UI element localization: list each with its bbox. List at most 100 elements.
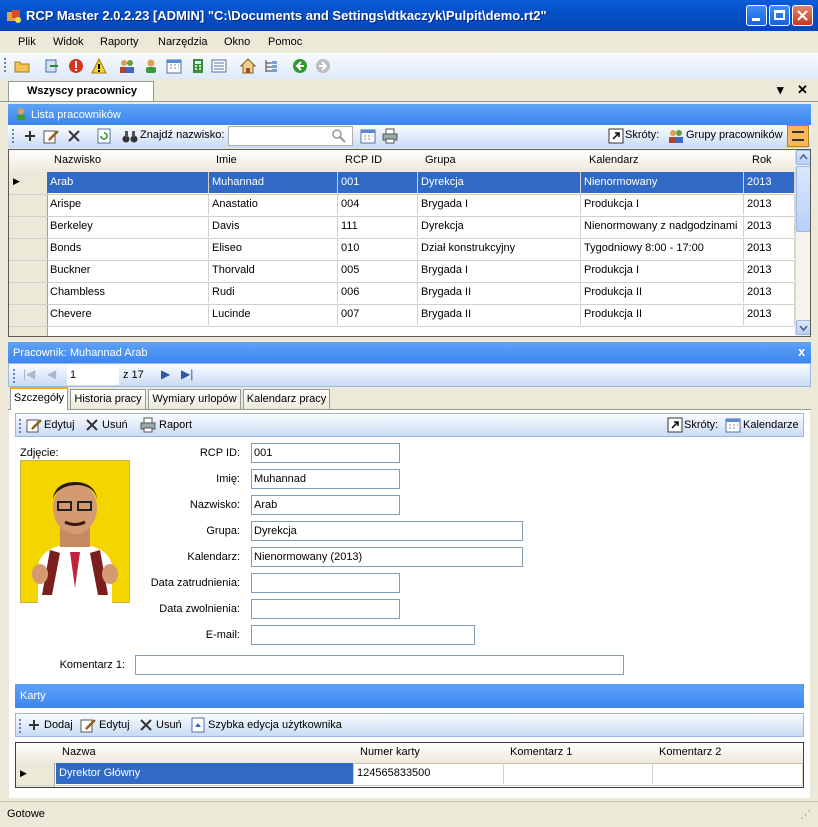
col-rcp-id[interactable]: RCP ID	[345, 154, 382, 166]
table-row[interactable]: ▶ Dyrektor Główny 124565833500	[16, 763, 803, 786]
table-cell[interactable]: Muhannad	[209, 172, 338, 193]
table-cell[interactable]: Davis	[209, 216, 338, 237]
back-icon[interactable]	[292, 58, 308, 74]
record-position-input[interactable]: 1	[67, 365, 119, 385]
scroll-down-button[interactable]	[796, 320, 810, 335]
calendar-icon[interactable]	[166, 58, 182, 74]
table-cell[interactable]: Berkeley	[47, 216, 209, 237]
report-button[interactable]: Raport	[159, 419, 192, 431]
quick-edit-button[interactable]: Szybka edycja użytkownika	[208, 719, 342, 731]
table-cell[interactable]: 2013	[744, 172, 795, 193]
table-cell[interactable]: Anastatio	[209, 194, 338, 215]
col-nazwa[interactable]: Nazwa	[62, 746, 96, 758]
last-name-field[interactable]: Arab	[251, 495, 400, 515]
table-cell[interactable]: 007	[338, 304, 418, 325]
group-field[interactable]: Dyrekcja	[251, 521, 523, 541]
scroll-thumb[interactable]	[796, 166, 810, 232]
table-cell[interactable]: Tygodniowy 8:00 - 17:00	[581, 238, 744, 259]
hire-date-field[interactable]	[251, 573, 400, 593]
calendars-link[interactable]: Kalendarze	[743, 419, 799, 431]
last-record-icon[interactable]: ▶|	[181, 367, 193, 381]
tab-kalendarz-pracy[interactable]: Kalendarz pracy	[243, 389, 330, 409]
table-row[interactable]: Arispe Anastatio 004 Brygada I Produkcja I 20…	[9, 194, 795, 217]
scroll-up-button[interactable]	[796, 150, 810, 165]
table-cell[interactable]: Chevere	[47, 304, 209, 325]
resize-grip-icon[interactable]: ⋰	[800, 808, 811, 821]
table-cell[interactable]: 010	[338, 238, 418, 259]
table-row[interactable]: ▶ Arab Muhannad 001 Dyrekcja Nienormowany 2013	[9, 172, 795, 195]
tab-szczegoly[interactable]: Szczegóły	[10, 387, 68, 410]
edit-icon[interactable]	[80, 717, 96, 733]
pane-close-icon[interactable]: ✕	[797, 82, 808, 98]
table-cell[interactable]: Lucinde	[209, 304, 338, 325]
table-cell[interactable]: Chambless	[47, 282, 209, 303]
first-record-icon[interactable]: |◀	[23, 367, 35, 381]
table-cell[interactable]: 006	[338, 282, 418, 303]
calculator-icon[interactable]	[190, 58, 206, 74]
detail-close-icon[interactable]: x	[798, 344, 805, 359]
col-grupa[interactable]: Grupa	[425, 154, 456, 166]
edit-button[interactable]: Edytuj	[44, 419, 75, 431]
delete-button[interactable]: Usuń	[102, 419, 128, 431]
delete-icon[interactable]	[84, 417, 100, 433]
toolbar-grip[interactable]	[13, 369, 17, 383]
grid-scrollbar[interactable]	[795, 150, 810, 336]
menu-widok[interactable]: Widok	[53, 36, 84, 48]
search-icon[interactable]	[331, 128, 347, 144]
col-rok[interactable]: Rok	[752, 154, 772, 166]
table-cell[interactable]: Nienormowany	[581, 172, 744, 193]
list-icon[interactable]	[211, 58, 227, 74]
print-icon[interactable]	[382, 128, 398, 144]
table-cell[interactable]: Dział konstrukcyjny	[418, 238, 581, 259]
close-button[interactable]	[792, 5, 813, 26]
menu-pomoc[interactable]: Pomoc	[268, 36, 302, 48]
minimize-button[interactable]	[746, 5, 767, 26]
user-icon[interactable]	[143, 58, 159, 74]
table-cell[interactable]: 111	[338, 216, 418, 237]
tree-icon[interactable]	[263, 58, 279, 74]
delete-icon[interactable]	[138, 717, 154, 733]
table-cell[interactable]: Produkcja II	[581, 282, 744, 303]
table-cell[interactable]: Dyrekcja	[418, 216, 581, 237]
next-record-icon[interactable]: ▶	[161, 367, 170, 381]
tab-historia-pracy[interactable]: Historia pracy	[70, 389, 146, 409]
table-row-partial[interactable]	[9, 326, 795, 336]
open-folder-icon[interactable]	[14, 58, 30, 74]
table-cell[interactable]: Brygada I	[418, 260, 581, 281]
table-cell[interactable]: 2013	[744, 194, 795, 215]
table-cell[interactable]: Nienormowany z nadgodzinami	[581, 216, 744, 237]
toolbar-grip[interactable]	[19, 419, 23, 433]
prev-record-icon[interactable]: ◀	[47, 367, 56, 381]
table-cell[interactable]	[653, 763, 803, 784]
col-komentarz-1[interactable]: Komentarz 1	[510, 746, 572, 758]
add-card-button[interactable]: Dodaj	[44, 719, 73, 731]
delete-card-button[interactable]: Usuń	[156, 719, 182, 731]
email-field[interactable]	[251, 625, 475, 645]
table-row[interactable]: Chambless Rudi 006 Brygada II Produkcja II 20…	[9, 282, 795, 305]
quick-edit-icon[interactable]	[190, 717, 206, 733]
import-icon[interactable]	[44, 58, 60, 74]
title-bar[interactable]: RCP Master 2.0.2.23 [ADMIN] "C:\Document…	[0, 0, 818, 31]
delete-icon[interactable]	[66, 128, 82, 144]
toolbar-grip[interactable]	[4, 58, 8, 72]
calendar-icon[interactable]	[725, 417, 741, 433]
edit-icon[interactable]	[43, 128, 59, 144]
pane-menu-icon[interactable]: ▾	[777, 82, 784, 98]
calendar-field[interactable]: Nienormowany (2013)	[251, 547, 523, 567]
table-cell[interactable]: 2013	[744, 238, 795, 259]
groups-link[interactable]: Grupy pracowników	[686, 129, 783, 141]
table-cell[interactable]: 004	[338, 194, 418, 215]
table-cell[interactable]: Produkcja I	[581, 194, 744, 215]
table-cell[interactable]: Buckner	[47, 260, 209, 281]
comment-field[interactable]	[135, 655, 624, 675]
table-cell[interactable]: Dyrektor Główny	[56, 763, 354, 784]
layout-toggle-button[interactable]	[787, 125, 809, 147]
menu-okno[interactable]: Okno	[224, 36, 250, 48]
group-users-icon[interactable]	[668, 128, 684, 144]
stop-icon[interactable]	[68, 58, 84, 74]
maximize-button[interactable]	[769, 5, 790, 26]
calendar-icon[interactable]	[360, 128, 376, 144]
table-cell[interactable]: Brygada II	[418, 282, 581, 303]
menu-narzedzia[interactable]: Narzędzia	[158, 36, 208, 48]
table-cell[interactable]: Bonds	[47, 238, 209, 259]
